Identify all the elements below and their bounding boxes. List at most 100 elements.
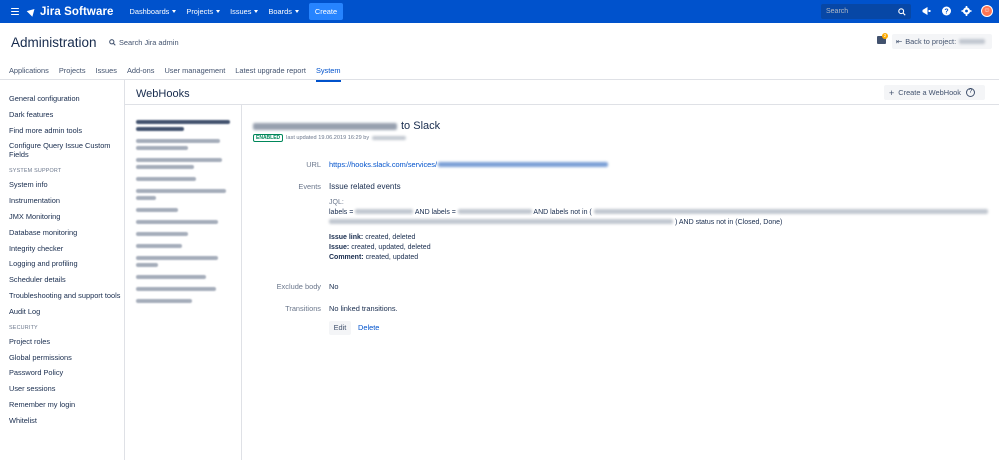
nav-boards[interactable]: Boards	[268, 3, 299, 20]
webhook-list-item[interactable]	[136, 244, 232, 248]
jql-prefix: labels =	[329, 209, 354, 216]
webhook-list-item[interactable]	[136, 177, 232, 181]
webhook-list-item[interactable]	[136, 220, 232, 224]
sidebar-divider	[124, 80, 125, 460]
url-value[interactable]: https://hooks.slack.com/services/	[329, 160, 609, 169]
event-comment: Comment: created, updated	[329, 254, 418, 261]
sidebar-item-logging-and-profiling[interactable]: Logging and profiling	[9, 259, 121, 268]
page-title: Administration	[11, 35, 97, 50]
jql-status: ) AND status not in (Closed, Done)	[674, 219, 783, 226]
jql-and-not-in: AND labels not in (	[533, 209, 592, 216]
chevron-down-icon	[254, 10, 259, 13]
notification-count: 2	[882, 33, 888, 39]
nav-issues[interactable]: Issues	[230, 3, 259, 20]
search-input[interactable]: Search	[821, 4, 911, 19]
webhook-list-item[interactable]	[136, 158, 232, 169]
jira-logo[interactable]: Jira Software	[26, 5, 114, 18]
jql-value-redacted	[329, 219, 673, 224]
event-issue: Issue: created, updated, deleted	[329, 244, 431, 251]
sidebar-item-remember-my-login[interactable]: Remember my login	[9, 400, 121, 409]
sidebar-item-user-sessions[interactable]: User sessions	[9, 384, 121, 393]
app-switcher-icon[interactable]	[11, 7, 19, 16]
webhook-list	[136, 120, 232, 311]
status-badge: ENABLED	[253, 134, 284, 142]
back-to-project-button[interactable]: ⇤ Back to project:	[892, 34, 992, 49]
webhook-list-item[interactable]	[136, 208, 232, 212]
nav-projects[interactable]: Projects	[186, 3, 221, 20]
main-nav: Dashboards Projects Issues Boards Create	[130, 3, 344, 20]
webhook-list-item[interactable]	[136, 275, 232, 279]
main-header-divider	[124, 104, 999, 105]
sidebar-item-database-monitoring[interactable]: Database monitoring	[9, 228, 121, 237]
search-icon	[898, 7, 906, 16]
webhook-list-item[interactable]	[136, 120, 232, 131]
nav-label: Dashboards	[129, 7, 170, 16]
top-right-icons: ? ☺	[921, 5, 993, 17]
sidebar-item-system-info[interactable]: System info	[9, 180, 121, 189]
top-navigation-bar: Jira Software Dashboards Projects Issues…	[0, 0, 999, 23]
gear-icon[interactable]	[961, 6, 972, 16]
webhook-list-item[interactable]	[136, 232, 232, 236]
chevron-down-icon	[294, 10, 299, 13]
webhook-title-suffix: to Slack	[401, 120, 441, 132]
nav-label: Projects	[186, 7, 214, 16]
webhook-list-item[interactable]	[136, 299, 232, 303]
sidebar-item-scheduler-details[interactable]: Scheduler details	[9, 275, 121, 284]
megaphone-icon[interactable]	[921, 6, 932, 16]
admin-sidebar: General configuration Dark features Find…	[9, 94, 121, 432]
webhook-meta: ENABLED last updated 19.06.2019 16:29 by	[253, 134, 407, 142]
help-icon[interactable]: ?	[941, 6, 952, 16]
svg-text:?: ?	[944, 9, 948, 16]
event-key: Issue link:	[329, 234, 364, 241]
jql-value-redacted	[593, 209, 988, 214]
last-updated: last updated 19.06.2019 16:29 by	[286, 135, 370, 141]
delete-button[interactable]: Delete	[358, 321, 379, 335]
sidebar-item-project-roles[interactable]: Project roles	[9, 337, 121, 346]
sidebar-item-instrumentation[interactable]: Instrumentation	[9, 196, 121, 205]
sidebar-heading-system-support: SYSTEM SUPPORT	[9, 168, 62, 175]
project-name-redacted	[959, 39, 986, 44]
event-value: created, updated, deleted	[351, 244, 431, 251]
sidebar-item-find-more-admin-tools[interactable]: Find more admin tools	[9, 126, 121, 135]
events-label: Events	[298, 182, 321, 191]
sidebar-item-whitelist[interactable]: Whitelist	[9, 416, 121, 425]
exclude-body-value: No	[329, 282, 339, 291]
help-icon[interactable]: ?	[966, 88, 975, 97]
url-label: URL	[306, 160, 321, 169]
jira-logo-icon	[26, 6, 38, 17]
transitions-value: No linked transitions.	[329, 304, 398, 313]
jql-block: JQL: labels = AND labels = AND labels no…	[329, 198, 991, 228]
jql-query: labels = AND labels = AND labels not in …	[329, 208, 991, 228]
event-value: created, deleted	[365, 234, 416, 241]
transitions-label: Transitions	[285, 304, 321, 313]
edit-button[interactable]: Edit	[329, 321, 351, 335]
webhook-list-item[interactable]	[136, 256, 232, 267]
sidebar-item-troubleshooting[interactable]: Troubleshooting and support tools	[9, 291, 121, 300]
notification-icon[interactable]: 2	[877, 33, 888, 45]
search-icon	[109, 39, 116, 46]
sidebar-item-global-permissions[interactable]: Global permissions	[9, 353, 121, 362]
sidebar-item-general-configuration[interactable]: General configuration	[9, 94, 121, 103]
event-key: Issue:	[329, 244, 350, 251]
create-button[interactable]: Create	[308, 3, 344, 20]
nav-dashboards[interactable]: Dashboards	[130, 3, 177, 20]
nav-label: Boards	[268, 7, 292, 16]
sidebar-item-audit-log[interactable]: Audit Log	[9, 307, 121, 316]
sidebar-item-jmx-monitoring[interactable]: JMX Monitoring	[9, 212, 121, 221]
sidebar-item-password-policy[interactable]: Password Policy	[9, 368, 121, 377]
events-value: Issue related events	[329, 182, 401, 191]
webhook-list-item[interactable]	[136, 139, 232, 150]
sidebar-item-configure-query[interactable]: Configure Query Issue Custom Fields	[9, 141, 121, 159]
avatar[interactable]: ☺	[981, 5, 993, 17]
webhook-name-redacted	[253, 122, 397, 130]
sidebar-item-dark-features[interactable]: Dark features	[9, 110, 121, 119]
back-label: Back to project:	[905, 37, 957, 46]
webhook-list-item[interactable]	[136, 189, 232, 200]
webhook-list-item[interactable]	[136, 287, 232, 291]
product-name: Jira Software	[40, 5, 114, 18]
jql-label: JQL:	[329, 199, 344, 206]
tabs-divider	[0, 79, 999, 80]
sidebar-heading-security: SECURITY	[9, 324, 38, 331]
admin-search[interactable]: Search Jira admin	[109, 38, 179, 47]
sidebar-item-integrity-checker[interactable]: Integrity checker	[9, 244, 121, 253]
